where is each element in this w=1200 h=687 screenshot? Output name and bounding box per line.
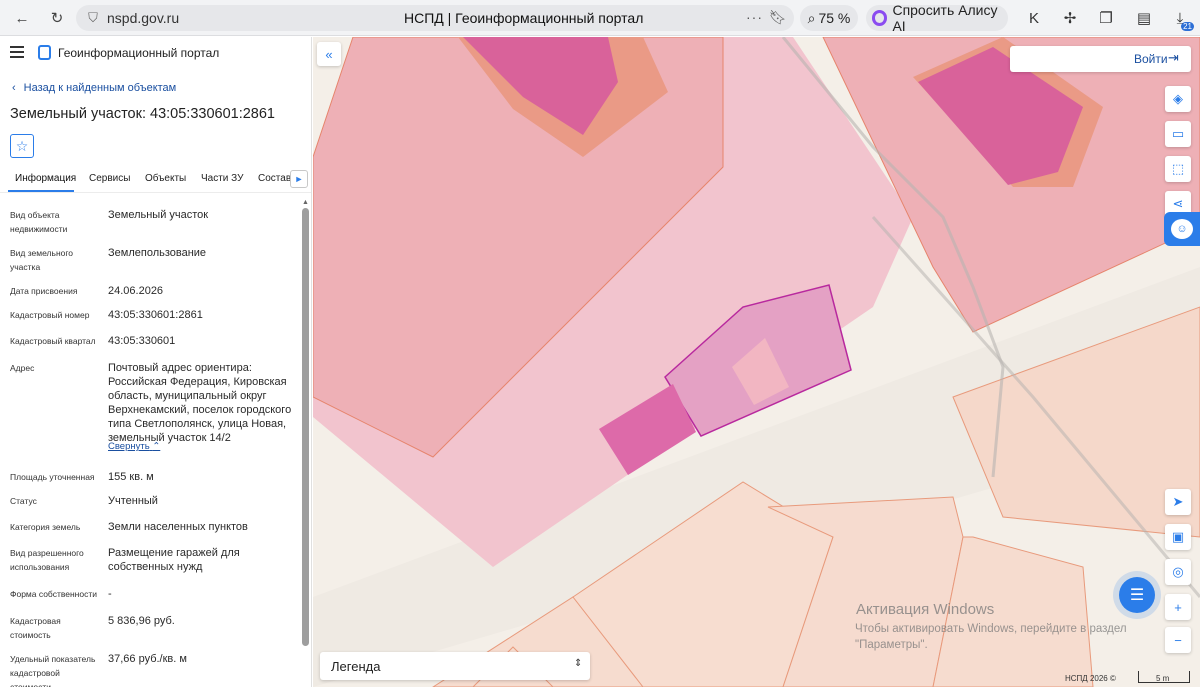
property-value: 43:05:330601 — [108, 335, 176, 347]
property-value: 155 кв. м — [108, 471, 154, 483]
property-value: Учтенный — [108, 495, 158, 507]
property-label: Вид земельного участка — [10, 248, 74, 272]
property-label: Кадастровая стоимость — [10, 616, 61, 640]
collapse-label: Свернуть — [108, 441, 150, 452]
chevron-up-icon: ⌃ — [152, 441, 161, 452]
tab-objects[interactable]: Объекты — [145, 173, 186, 184]
tabs-next-icon[interactable]: ► — [290, 170, 308, 188]
login-icon: ⇥ — [1168, 50, 1179, 65]
sidebar: Геоинформационный портал ‹ Назад к найде… — [0, 37, 312, 687]
zoom-level: 75 % — [818, 10, 851, 26]
collapse-panel-icon[interactable]: « — [317, 42, 341, 66]
map-copyright: НСПД 2026 © — [1065, 674, 1116, 683]
alice-button[interactable]: Спросить Алису AI — [866, 2, 1008, 34]
page-title: НСПД | Геоинформационный портал — [404, 10, 644, 26]
tab-services[interactable]: Сервисы — [89, 173, 130, 184]
property-value: - — [108, 588, 112, 600]
browser-toolbar: ← ↻ ⛉ nspd.gov.ru НСПД | Геоинформационн… — [0, 0, 1200, 36]
legend-select[interactable]: Легенда ⇕ — [320, 652, 590, 680]
chevron-left-icon: ‹ — [12, 82, 16, 94]
active-tab-indicator — [8, 190, 74, 192]
back-arrow-icon[interactable]: ← — [11, 7, 33, 29]
portal-logo-icon — [38, 45, 51, 60]
extension-k-icon[interactable]: K — [1024, 8, 1044, 28]
property-label: Кадастровый номер — [10, 310, 90, 320]
menu-icon[interactable] — [10, 46, 24, 58]
scroll-up-icon[interactable]: ▲ — [302, 199, 309, 206]
sidebar-header: Геоинформационный портал — [0, 37, 311, 71]
tab-parts[interactable]: Части ЗУ — [201, 173, 243, 184]
property-value: 24.06.2026 — [108, 285, 164, 297]
property-label: Удельный показатель кадастровой стоимост… — [10, 654, 96, 687]
property-value: Земли населенных пунктов — [108, 521, 248, 533]
url-text: nspd.gov.ru — [107, 10, 180, 26]
chat-icon[interactable]: ☰ — [1119, 577, 1155, 613]
assistant-tab[interactable]: ☺ — [1164, 212, 1200, 246]
property-label: Вид объекта недвижимости — [10, 210, 68, 234]
puzzle-icon[interactable]: ✢ — [1060, 8, 1080, 28]
reload-icon[interactable]: ↻ — [46, 7, 68, 29]
ruler-icon[interactable]: ▭ — [1165, 121, 1191, 147]
watermark-text: Чтобы активировать Windows, перейдите в … — [855, 623, 1127, 651]
login-label: Войти — [1134, 52, 1168, 66]
collections-icon[interactable]: ❐ — [1096, 8, 1116, 28]
property-label: Адрес — [10, 363, 35, 373]
search-icon: ⌕ — [807, 9, 816, 26]
portal-name: Геоинформационный портал — [58, 46, 220, 60]
tab-information[interactable]: Информация — [15, 173, 76, 184]
chevron-updown-icon: ⇕ — [574, 658, 583, 669]
property-label: Форма собственности — [10, 589, 97, 599]
map-canvas[interactable] — [313, 37, 1200, 687]
property-value: Землепользование — [108, 247, 207, 259]
layers-icon[interactable]: ◈ — [1165, 86, 1191, 112]
shield-icon: ⛉ — [88, 10, 98, 25]
login-bar[interactable]: Войти ⇥ — [1010, 46, 1191, 72]
zoom-button[interactable]: ⌕ 75 % — [800, 5, 858, 31]
locate-icon[interactable]: ➤ — [1165, 489, 1191, 515]
property-label: Вид разрешенного использования — [10, 548, 84, 572]
assistant-icon: ☺ — [1171, 219, 1193, 239]
map-view[interactable]: « Войти ⇥ ◈ ▭ ⬚ ⋖ ☺ ➤ ▣ ◎ + − ☰ Легенда … — [313, 37, 1200, 687]
property-label: Кадастровый квартал — [10, 336, 96, 346]
picture-in-picture-icon[interactable]: ▣ — [1165, 524, 1191, 550]
bookmark-icon[interactable]: 🔖︎ — [769, 9, 787, 26]
geolocation-icon[interactable]: ◎ — [1165, 559, 1191, 585]
back-to-results-link[interactable]: ‹ Назад к найденным объектам — [12, 82, 176, 94]
scale-label: 5 m — [1156, 674, 1170, 683]
property-value: 5 836,96 руб. — [108, 615, 175, 627]
tab-composition[interactable]: Состав — [258, 173, 291, 184]
property-label: Дата присвоения — [10, 286, 78, 296]
property-value: 37,66 руб./кв. м — [108, 653, 187, 665]
favorite-star-icon[interactable]: ☆ — [10, 134, 34, 158]
collapse-link[interactable]: Свернуть ⌃ — [108, 441, 160, 452]
downloads-icon[interactable]: ⤓ 21 — [1170, 8, 1194, 31]
property-label: Категория земель — [10, 522, 81, 532]
tab-bar: Информация Сервисы Объекты Части ЗУ Сост… — [0, 168, 311, 193]
back-link-label: Назад к найденным объектам — [23, 82, 177, 94]
watermark-title: Активация Windows — [856, 601, 995, 618]
property-value: 43:05:330601:2861 — [108, 309, 203, 321]
more-icon[interactable]: ··· — [746, 9, 763, 25]
select-area-icon[interactable]: ⬚ — [1165, 156, 1191, 182]
sidebar-scrollbar[interactable] — [302, 208, 309, 646]
property-label: Площадь уточненная — [10, 472, 95, 482]
alice-label: Спросить Алису AI — [892, 2, 998, 34]
zoom-in-icon[interactable]: + — [1165, 594, 1191, 620]
property-label: Статус — [10, 496, 37, 506]
object-title: Земельный участок: 43:05:330601:2861 — [10, 106, 275, 122]
address-bar[interactable]: ⛉ nspd.gov.ru НСПД | Геоинформационный п… — [76, 5, 794, 31]
alice-icon — [872, 10, 888, 26]
property-value: Размещение гаражей для собственных нужд — [108, 547, 240, 573]
property-value: Почтовый адрес ориентира: Российская Фед… — [108, 362, 292, 444]
property-value: Земельный участок — [108, 209, 209, 221]
legend-label: Легенда — [331, 659, 381, 674]
pdf-icon[interactable]: ▤ — [1134, 8, 1154, 28]
downloads-badge: 21 — [1181, 22, 1194, 31]
